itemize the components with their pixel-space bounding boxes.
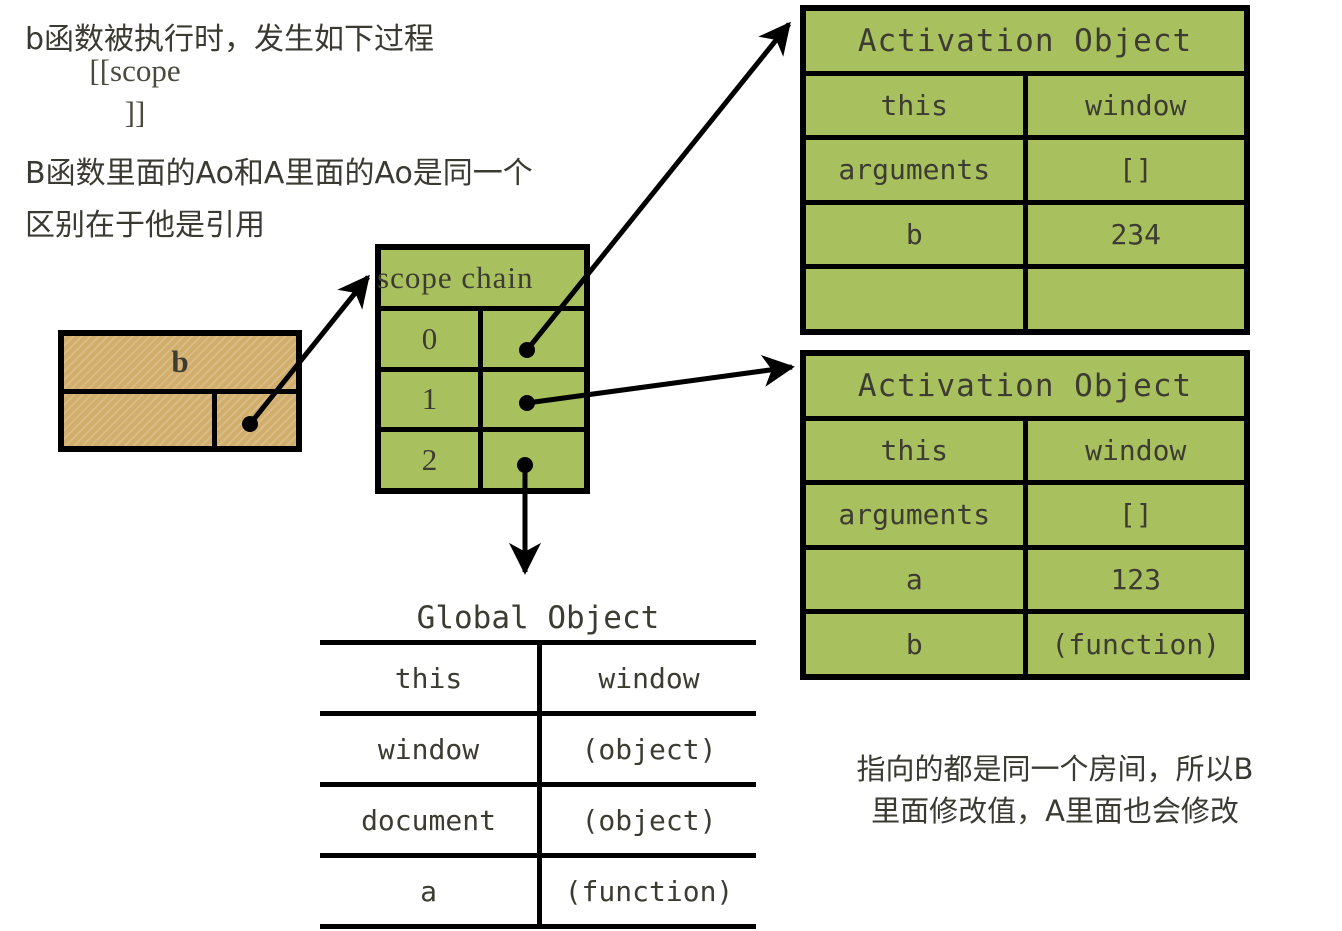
b-box-scope-key (64, 393, 217, 446)
table-row (806, 264, 1244, 329)
b-box-title-row: b (64, 336, 296, 389)
go-key-a: a (320, 858, 542, 924)
table-row: a 123 (806, 544, 1244, 610)
ao-bot-value-a: 123 (1110, 563, 1162, 597)
scope-chain-row: 2 (381, 427, 584, 488)
table-row: arguments [] (806, 480, 1244, 545)
note-b-function-executed: b函数被执行时，发生如下过程 (25, 22, 435, 57)
activation-object-a-table: Activation Object this window arguments … (800, 350, 1250, 680)
scope-chain-slot-0 (483, 311, 584, 367)
scope-chain-slot-2 (483, 432, 584, 488)
b-box-scope-row (64, 388, 296, 447)
ao-bot-value-arguments: [] (1118, 498, 1153, 532)
activation-object-b-table: Activation Object this window arguments … (800, 5, 1250, 335)
ao-bot-value-b: (function) (1051, 627, 1221, 661)
scope-chain-title-row: scope chain (377, 250, 584, 306)
ao-top-value-arguments: [] (1118, 153, 1153, 187)
table-row: window (object) (320, 716, 756, 787)
note-same-ao-reference: B函数里面的Ao和A里面的Ao是同一个 区别在于他是引用 (25, 156, 533, 243)
b-box-name: b (171, 344, 189, 380)
scope-chain-row: 1 (381, 366, 584, 428)
scope-chain-slot-1 (483, 372, 584, 428)
ao-top-title-row: Activation Object (806, 11, 1244, 71)
table-row: b (function) (806, 609, 1244, 674)
ao-top-key-this: this (806, 75, 1028, 136)
table-row: this window (806, 415, 1244, 481)
scope-chain-row: 0 (381, 305, 584, 367)
b-box-scope-pointer (217, 394, 296, 447)
table-row: this window (806, 70, 1244, 136)
global-object-body: this window window (object) document (ob… (320, 640, 756, 929)
table-row: a (function) (320, 858, 756, 929)
function-b-box: b (58, 330, 302, 452)
go-key-document: document (320, 787, 542, 853)
table-row: arguments [] (806, 135, 1244, 200)
activation-object-a-title: Activation Object (857, 367, 1193, 404)
ao-bot-key-this: this (806, 420, 1028, 481)
table-row: this window (320, 645, 756, 716)
ao-bot-value-this: window (1085, 433, 1187, 467)
ao-bot-key-arguments: arguments (806, 485, 1028, 545)
go-value-this: window (598, 661, 700, 695)
ao-top-key-b: b (806, 204, 1028, 265)
ao-top-value-b: 234 (1110, 218, 1162, 252)
go-key-this: this (320, 645, 542, 711)
scope-chain-title: scope chain (377, 259, 534, 295)
ao-bot-key-b: b (806, 614, 1028, 674)
go-value-window: (object) (581, 732, 717, 766)
ao-bot-key-a: a (806, 549, 1028, 610)
go-key-window: window (320, 716, 542, 782)
scope-chain-index-0: 0 (381, 310, 483, 367)
scope-chain-index-2: 2 (381, 432, 483, 488)
scope-chain-index-1: 1 (381, 371, 483, 428)
note-same-room-modification: 指向的都是同一个房间，所以B 里面修改值，A里面也会修改 (856, 752, 1254, 828)
ao-top-key-empty (806, 269, 1028, 329)
go-value-document: (object) (581, 803, 717, 837)
global-object-title: Global Object (416, 600, 660, 636)
table-row: b 234 (806, 199, 1244, 265)
ao-top-key-arguments: arguments (806, 140, 1028, 200)
table-row: document (object) (320, 787, 756, 858)
go-value-a: (function) (564, 874, 734, 908)
activation-object-b-title: Activation Object (857, 22, 1193, 59)
ao-top-value-this: window (1085, 88, 1187, 122)
global-object-table: Global Object this window window (object… (320, 600, 756, 929)
scope-chain-table: scope chain 0 1 2 (375, 244, 590, 494)
ao-top-value-empty (1028, 269, 1245, 329)
ao-bottom-title-row: Activation Object (806, 356, 1244, 416)
